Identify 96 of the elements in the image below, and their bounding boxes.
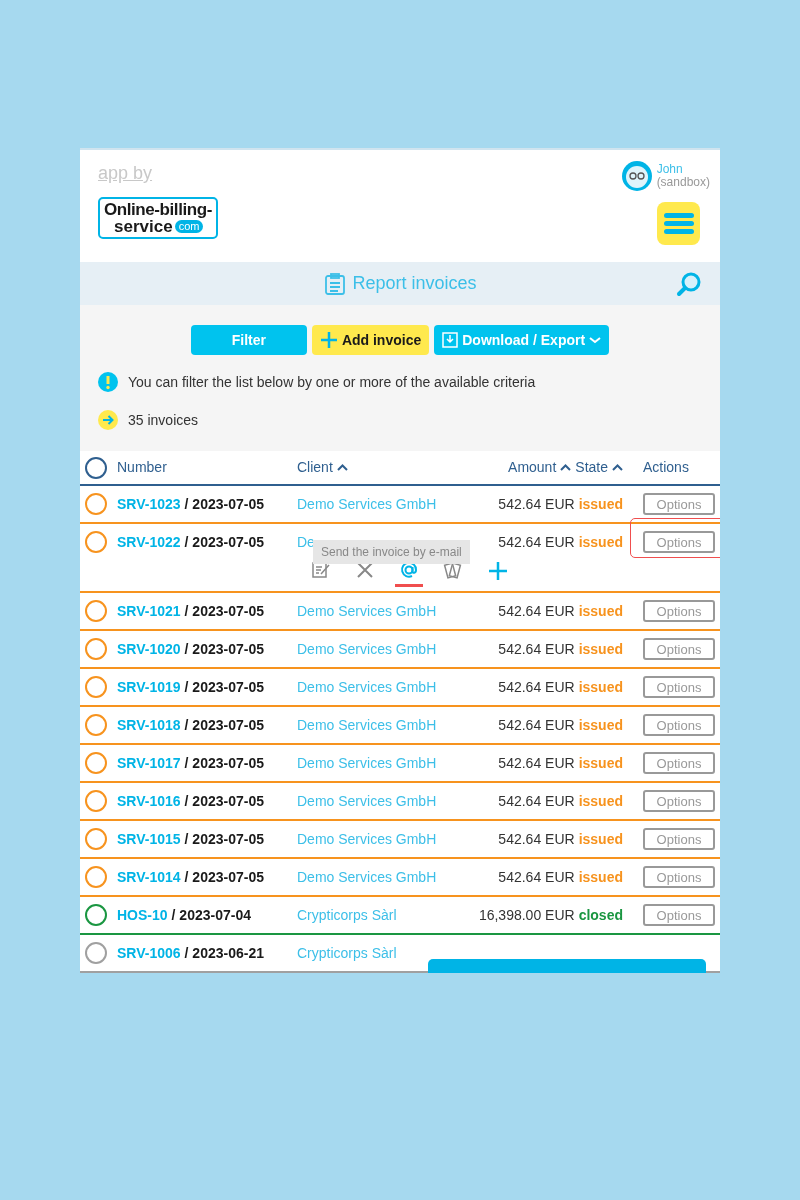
column-header[interactable]: State bbox=[575, 457, 623, 478]
search-icon[interactable] bbox=[676, 270, 702, 297]
client-link[interactable]: Crypticorps Sàrl bbox=[297, 904, 397, 926]
invoice-number-link[interactable]: SRV-1023 bbox=[117, 493, 181, 515]
invoice-date: / 2023-07-05 bbox=[184, 791, 264, 811]
client-link[interactable]: Demo Services GmbH bbox=[297, 714, 437, 736]
sort-caret-icon bbox=[336, 464, 348, 471]
invoice-date: / 2023-07-05 bbox=[184, 753, 264, 773]
client-link[interactable]: Demo Services GmbH bbox=[297, 828, 437, 850]
amount-text: 542.64 EUR bbox=[498, 532, 575, 552]
column-header[interactable]: Actions bbox=[643, 457, 720, 478]
state-text: issued bbox=[578, 867, 623, 887]
amount-text: 542.64 EUR bbox=[498, 867, 575, 887]
invoice-number-link[interactable]: HOS-10 bbox=[117, 904, 168, 926]
client-link[interactable]: Demo Services GmbH bbox=[297, 790, 437, 812]
amount-text: 542.64 EUR bbox=[498, 601, 575, 621]
state-text: issued bbox=[578, 532, 623, 552]
client-link[interactable]: Demo Services GmbH bbox=[297, 676, 437, 698]
invoice-count-text: 35 invoices bbox=[128, 410, 199, 430]
user-name: John bbox=[656, 163, 684, 176]
invoice-number-link[interactable]: SRV-1021 bbox=[117, 600, 181, 622]
invoice-number-link[interactable]: SRV-1016 bbox=[117, 790, 181, 812]
sort-caret-icon bbox=[612, 464, 623, 471]
client-link[interactable]: Demo Services GmbH bbox=[297, 866, 437, 888]
clipboard-icon bbox=[323, 271, 348, 296]
options-button[interactable]: Options bbox=[643, 600, 715, 622]
invoice-date: / 2023-06-21 bbox=[184, 943, 264, 963]
invoice-number-link[interactable]: SRV-1022 bbox=[117, 531, 181, 553]
invoice-date: / 2023-07-05 bbox=[184, 715, 264, 735]
options-button[interactable]: Options bbox=[643, 714, 715, 736]
invoice-date: / 2023-07-05 bbox=[184, 867, 264, 887]
invoice-number-link[interactable]: SRV-1014 bbox=[117, 866, 181, 888]
state-text: issued bbox=[578, 753, 623, 773]
company-logo[interactable]: Online-billing- service com bbox=[98, 197, 218, 239]
invoice-date: / 2023-07-05 bbox=[184, 639, 264, 659]
account-label: (sandbox) bbox=[656, 176, 710, 189]
plus-icon bbox=[319, 331, 338, 349]
state-text: issued bbox=[578, 601, 623, 621]
invoice-date: / 2023-07-05 bbox=[184, 829, 264, 849]
menu-button[interactable] bbox=[657, 202, 700, 245]
invoice-date: / 2023-07-05 bbox=[184, 532, 264, 552]
client-link[interactable]: Demo Services GmbH bbox=[297, 493, 437, 515]
state-text: issued bbox=[578, 639, 623, 659]
invoice-date: / 2023-07-05 bbox=[184, 677, 264, 697]
sort-caret-icon bbox=[560, 464, 572, 471]
invoice-number-link[interactable]: SRV-1015 bbox=[117, 828, 181, 850]
client-link[interactable]: Crypticorps Sàrl bbox=[297, 942, 397, 964]
state-text: issued bbox=[578, 715, 623, 735]
invoice-number-link[interactable]: SRV-1006 bbox=[117, 942, 181, 964]
exclamation-icon bbox=[98, 372, 118, 392]
options-button[interactable]: Options bbox=[643, 866, 715, 888]
state-text: issued bbox=[578, 677, 623, 697]
page-title: Report invoices bbox=[352, 272, 477, 295]
invoice-number-link[interactable]: SRV-1018 bbox=[117, 714, 181, 736]
amount-text: 542.64 EUR bbox=[498, 753, 575, 773]
amount-text: 542.64 EUR bbox=[498, 494, 575, 514]
options-button[interactable]: Options bbox=[643, 493, 715, 515]
download-icon bbox=[442, 332, 459, 348]
invoice-number-link[interactable]: SRV-1019 bbox=[117, 676, 181, 698]
amount-text: 542.64 EUR bbox=[498, 829, 575, 849]
amount-text: 542.64 EUR bbox=[498, 677, 575, 697]
invoice-date: / 2023-07-05 bbox=[184, 494, 264, 514]
amount-text: 16,398.00 EUR bbox=[478, 905, 575, 925]
client-link[interactable]: Demo Services GmbH bbox=[297, 752, 437, 774]
amount-text: 542.64 EUR bbox=[498, 791, 575, 811]
options-button[interactable]: Options bbox=[643, 676, 715, 698]
options-button[interactable]: Options bbox=[643, 828, 715, 850]
amount-text: 542.64 EUR bbox=[498, 715, 575, 735]
plus-icon bbox=[487, 560, 509, 582]
client-link[interactable]: Demo Services GmbH bbox=[297, 600, 437, 622]
tooltip: Send the invoice by e-mail bbox=[313, 540, 470, 564]
invoice-number-link[interactable]: SRV-1017 bbox=[117, 752, 181, 774]
options-button[interactable]: Options bbox=[643, 531, 715, 553]
column-header[interactable]: Number bbox=[117, 457, 297, 478]
avatar-icon[interactable] bbox=[620, 160, 653, 192]
state-text: closed bbox=[578, 905, 623, 925]
options-button[interactable]: Options bbox=[643, 790, 715, 812]
arrow-right-icon bbox=[98, 410, 118, 430]
invoice-date: / 2023-07-04 bbox=[171, 905, 251, 925]
state-text: issued bbox=[578, 494, 623, 514]
options-button[interactable]: Options bbox=[643, 638, 715, 660]
info-text: You can filter the list below by one or more of the available criteria bbox=[128, 372, 536, 392]
state-text: issued bbox=[578, 829, 623, 849]
chevron-down-icon bbox=[589, 336, 602, 344]
invoice-date: / 2023-07-05 bbox=[184, 601, 264, 621]
invoice-number-link[interactable]: SRV-1020 bbox=[117, 638, 181, 660]
download-export-button[interactable]: Download / Export bbox=[434, 325, 610, 355]
filter-button[interactable]: Filter bbox=[190, 325, 307, 355]
state-text: issued bbox=[578, 791, 623, 811]
add-invoice-button[interactable]: Add invoice bbox=[311, 325, 430, 355]
options-button[interactable]: Options bbox=[643, 904, 715, 926]
amount-text: 542.64 EUR bbox=[498, 639, 575, 659]
options-button[interactable]: Options bbox=[643, 752, 715, 774]
column-header[interactable]: Client bbox=[297, 457, 509, 478]
column-header[interactable]: Amount bbox=[508, 457, 572, 478]
client-link[interactable]: Demo Services GmbH bbox=[297, 638, 437, 660]
